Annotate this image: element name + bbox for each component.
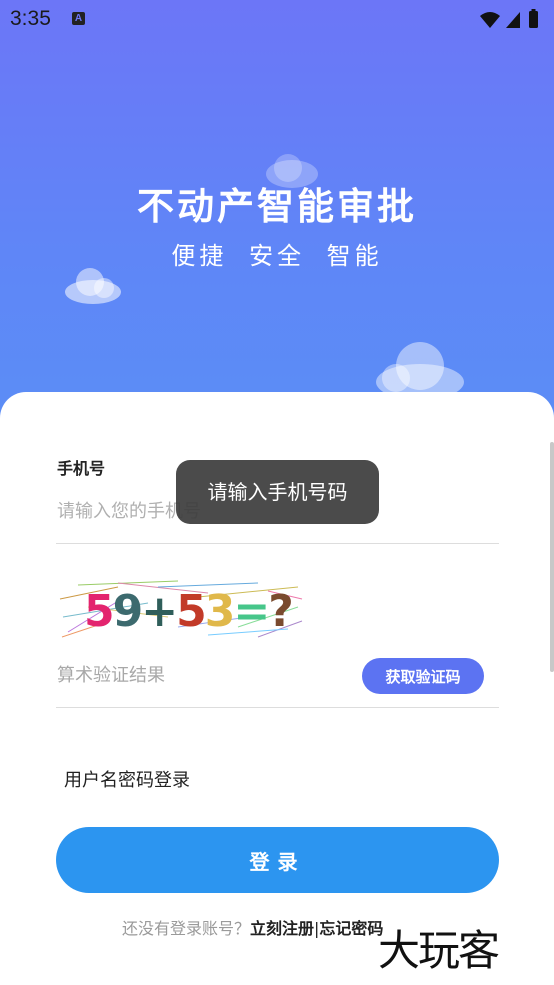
signal-icon — [506, 12, 520, 28]
footer-row: 还没有登录账号？立刻注册|忘记密码 — [122, 915, 383, 939]
captcha-answer-input[interactable] — [55, 658, 349, 692]
app-title: 不动产智能审批 — [137, 185, 417, 228]
a-letter-icon: A — [72, 12, 85, 25]
captcha-text: 59+53=? — [84, 586, 294, 637]
forgot-password-link[interactable]: 忘记密码 — [319, 919, 383, 938]
login-button[interactable]: 登录 — [56, 827, 499, 893]
toast-message: 请输入手机号码 — [176, 460, 379, 524]
captcha-char: + — [141, 586, 178, 637]
register-link[interactable]: 立刻注册 — [250, 919, 314, 938]
app-subtitle: 便捷 安全 智能 — [171, 242, 383, 270]
captcha-char: 5 — [176, 586, 207, 637]
scrollbar[interactable] — [550, 442, 554, 672]
battery-icon — [529, 11, 538, 28]
status-icons — [480, 9, 538, 28]
status-bar: 3:35 A — [0, 0, 554, 38]
captcha-char: 9 — [112, 586, 144, 637]
no-account-text: 还没有登录账号？ — [122, 919, 251, 938]
cloud-decoration — [376, 342, 464, 400]
captcha-char: 5 — [84, 586, 115, 637]
password-login-link[interactable]: 用户名密码登录 — [64, 766, 190, 792]
divider — [56, 707, 499, 708]
status-time: 3:35 — [10, 7, 51, 30]
phone-label: 手机号 — [57, 459, 106, 478]
wifi-icon — [480, 12, 500, 28]
divider — [56, 543, 499, 544]
hero-banner: 3:35 A 不动产智能审批 便捷 安全 智能 — [0, 0, 554, 460]
get-code-button[interactable]: 获取验证码 — [362, 658, 484, 694]
watermark: 大玩客 — [378, 926, 500, 975]
captcha-char: 3 — [204, 586, 236, 637]
captcha-image[interactable]: 59+53=? — [58, 577, 304, 641]
captcha-char: ? — [268, 586, 293, 637]
captcha-char: = — [233, 586, 270, 637]
